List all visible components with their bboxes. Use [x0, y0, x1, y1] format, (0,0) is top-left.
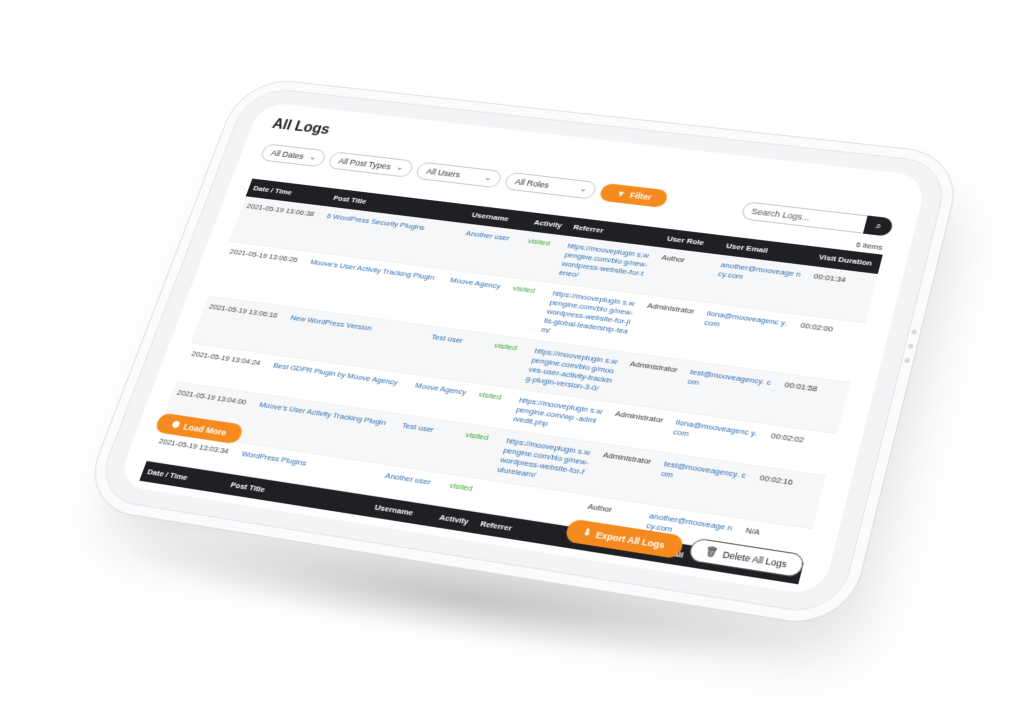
chevron-down-icon: ⌄ — [578, 184, 588, 194]
visit-duration: 00:01:34 — [798, 266, 877, 323]
tablet-device: All Logs All Dates ⌄ All Post Types ⌄ Al… — [92, 86, 951, 618]
side-dot — [904, 358, 910, 363]
chevron-down-icon: ⌄ — [395, 162, 405, 172]
trash-icon: 🗑 — [704, 546, 719, 559]
delete-button-label: Delete All Logs — [722, 549, 789, 569]
search-icon: ⌕ — [875, 221, 883, 232]
chevron-down-icon: ⌄ — [308, 152, 318, 162]
filter-button[interactable]: ▼ Filter — [599, 183, 670, 208]
users-select-value: All Users — [425, 167, 461, 179]
post-types-select-value: All Post Types — [337, 157, 392, 172]
logs-table: Date / Time Post Title Username Activity Ref… — [139, 179, 882, 585]
post-types-select[interactable]: All Post Types ⌄ — [327, 151, 415, 178]
export-button-label: Export All Logs — [595, 529, 666, 550]
filter-button-label: Filter — [629, 191, 653, 202]
users-select[interactable]: All Users ⌄ — [414, 161, 503, 188]
load-more-icon: ⬢ — [170, 419, 181, 430]
chevron-down-icon: ⌄ — [483, 173, 493, 183]
dates-select-value: All Dates — [270, 149, 305, 161]
load-more-label: Load More — [182, 422, 228, 438]
roles-select[interactable]: All Roles ⌄ — [503, 172, 598, 200]
download-icon: ⬇ — [582, 527, 593, 539]
visit-duration: 00:02:00 — [783, 314, 866, 382]
stage: All Logs All Dates ⌄ All Post Types ⌄ Al… — [0, 0, 1024, 701]
side-dot — [907, 344, 913, 349]
side-buttons — [901, 320, 920, 373]
funnel-icon: ▼ — [615, 189, 626, 199]
search-box: Search Logs... ⌕ — [740, 201, 894, 237]
tablet-screen: All Logs All Dates ⌄ All Post Types ⌄ Al… — [116, 102, 928, 597]
dates-select[interactable]: All Dates ⌄ — [259, 143, 327, 167]
items-count: 6 items — [855, 240, 884, 251]
roles-select-value: All Roles — [514, 177, 550, 190]
search-button[interactable]: ⌕ — [863, 215, 894, 236]
visit-duration: 00:01:58 — [769, 373, 850, 433]
search-input[interactable]: Search Logs... — [740, 201, 867, 233]
side-dot — [911, 329, 917, 334]
page-title: All Logs — [270, 117, 332, 138]
